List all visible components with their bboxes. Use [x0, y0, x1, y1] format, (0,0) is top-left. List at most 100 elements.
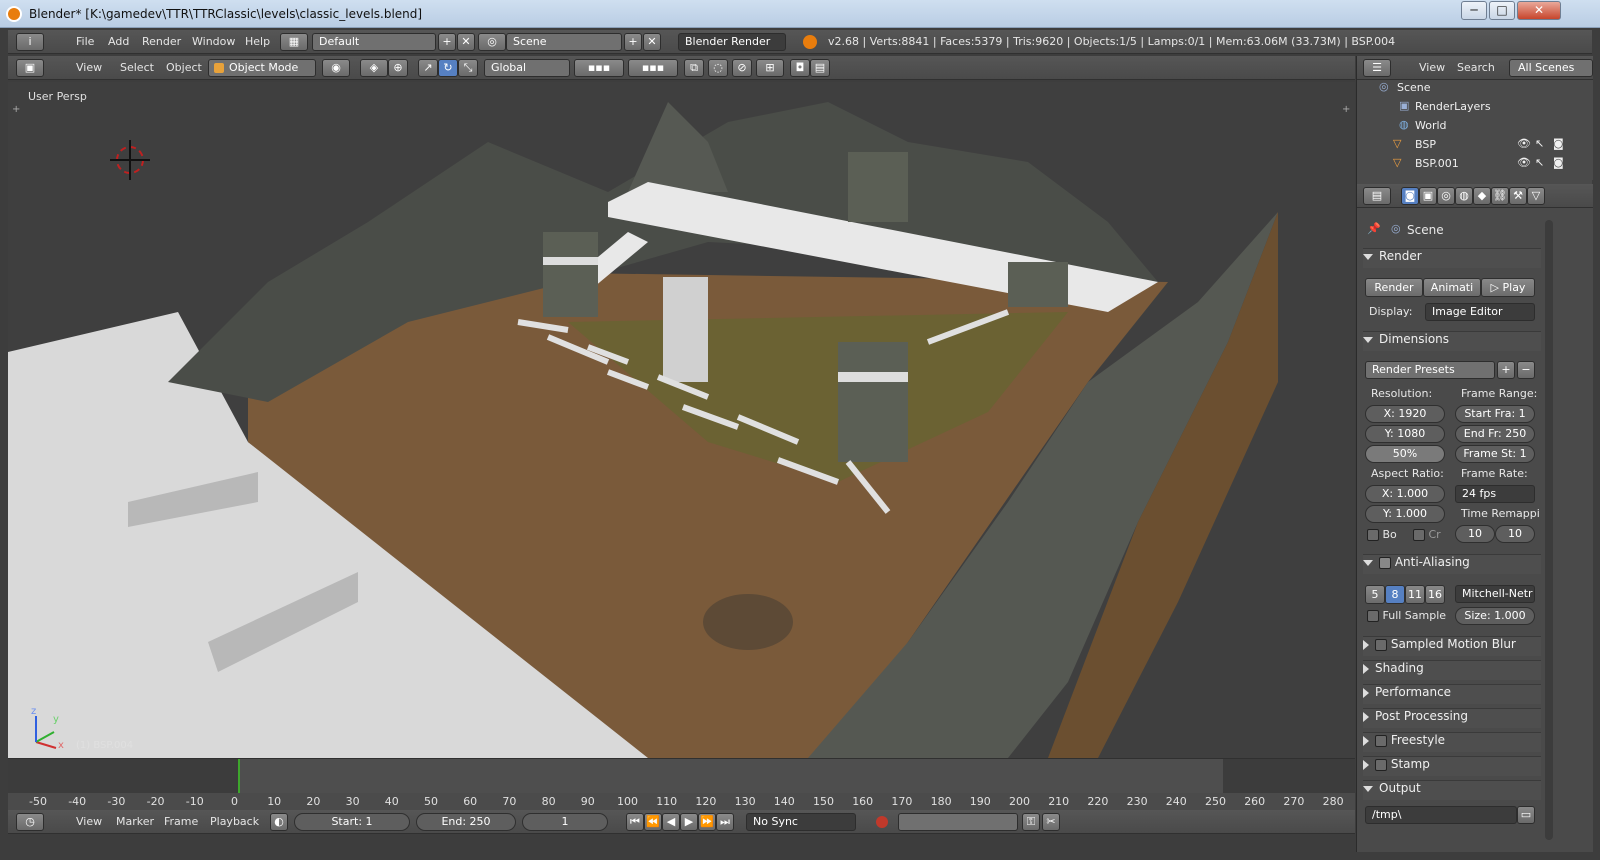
- menu-file[interactable]: File: [76, 35, 94, 48]
- panel-performance[interactable]: Performance: [1363, 684, 1541, 704]
- crop-checkbox[interactable]: Cr: [1413, 528, 1441, 541]
- insert-keyframe-icon[interactable]: ⚿: [1022, 813, 1040, 831]
- scene-tab-icon[interactable]: ◎: [1437, 187, 1455, 205]
- current-frame-field[interactable]: 1: [522, 813, 608, 831]
- aa-samples-5[interactable]: 5: [1365, 585, 1385, 604]
- scale-icon[interactable]: ⤡: [458, 59, 478, 77]
- menu-render[interactable]: Render: [142, 35, 181, 48]
- render-presets-select[interactable]: Render Presets: [1365, 361, 1495, 379]
- scene-field[interactable]: Scene: [506, 33, 622, 51]
- menu-help[interactable]: Help: [245, 35, 270, 48]
- remove-scene-icon[interactable]: ✕: [643, 33, 661, 51]
- next-keyframe-icon[interactable]: ⏩: [698, 813, 716, 831]
- eye-icon[interactable]: 👁: [1517, 137, 1531, 150]
- properties-editor-type-icon[interactable]: ▤: [1363, 187, 1391, 205]
- world-tab-icon[interactable]: ◍: [1455, 187, 1473, 205]
- translate-icon[interactable]: ↗: [418, 59, 438, 77]
- anti-aliasing-checkbox[interactable]: [1379, 556, 1391, 569]
- add-preset-icon[interactable]: +: [1497, 361, 1515, 379]
- mode-select[interactable]: Object Mode: [208, 59, 316, 77]
- proportional-edit-icon[interactable]: ◌: [708, 59, 728, 77]
- jump-start-icon[interactable]: ⏮: [626, 813, 644, 831]
- aspect-y-field[interactable]: Y: 1.000: [1365, 505, 1445, 523]
- modifiers-tab-icon[interactable]: ⚒: [1509, 187, 1527, 205]
- close-icon[interactable]: ✕: [1517, 1, 1561, 20]
- aa-samples-8[interactable]: 8: [1385, 585, 1405, 604]
- output-path-field[interactable]: /tmp\: [1365, 806, 1517, 824]
- outliner-filter[interactable]: All Scenes: [1509, 59, 1593, 77]
- rotate-icon[interactable]: ↻: [438, 59, 458, 77]
- playhead[interactable]: [238, 759, 240, 793]
- snap-element-icon[interactable]: ⊞: [756, 59, 784, 77]
- aspect-x-field[interactable]: X: 1.000: [1365, 485, 1445, 503]
- resolution-x-field[interactable]: X: 1920: [1365, 405, 1445, 423]
- aa-samples-16[interactable]: 16: [1425, 585, 1445, 604]
- border-checkbox[interactable]: Bo: [1367, 528, 1397, 541]
- panel-dimensions[interactable]: Dimensions: [1363, 331, 1541, 351]
- outliner-item-bsp[interactable]: ▽ BSP 👁 ↖ ◙: [1357, 137, 1593, 156]
- menu-playback[interactable]: Playback: [210, 815, 259, 828]
- render-anim-icon[interactable]: ▤: [810, 59, 830, 77]
- menu-add[interactable]: Add: [108, 35, 129, 48]
- manipulator-toggle-icon[interactable]: ⊕: [388, 59, 408, 77]
- aa-size-field[interactable]: Size: 1.000: [1455, 607, 1535, 625]
- properties-scrollbar[interactable]: [1545, 220, 1553, 840]
- folder-icon[interactable]: ▭: [1517, 806, 1535, 824]
- add-layout-icon[interactable]: +: [438, 33, 456, 51]
- pivot-icon[interactable]: ◈: [360, 59, 388, 77]
- region-expand-icon[interactable]: +: [1342, 104, 1350, 115]
- play-icon[interactable]: ▶: [680, 813, 698, 831]
- region-expand-icon[interactable]: +: [12, 104, 20, 115]
- outliner[interactable]: ◎ Scene ▣ RenderLayers ◍ World ▽ BSP 👁 ↖ ◙ ▽ BSP…: [1357, 80, 1593, 180]
- resolution-y-field[interactable]: Y: 1080: [1365, 425, 1445, 443]
- render-preview-icon[interactable]: ◘: [790, 59, 810, 77]
- outliner-item-scene[interactable]: ◎ Scene: [1357, 80, 1547, 99]
- time-remap-new-field[interactable]: 10: [1495, 525, 1535, 543]
- cursor-select-icon[interactable]: ↖: [1535, 137, 1544, 150]
- panel-sampled-motion-blur[interactable]: Sampled Motion Blur: [1363, 636, 1541, 656]
- layers-icon[interactable]: ▪▪▪: [574, 59, 624, 77]
- sync-select[interactable]: No Sync: [746, 813, 856, 831]
- eye-icon[interactable]: 👁: [1517, 156, 1531, 169]
- menu-view[interactable]: View: [76, 61, 102, 74]
- outliner-item-renderlayers[interactable]: ▣ RenderLayers: [1357, 99, 1547, 118]
- keying-set-field[interactable]: [898, 813, 1018, 831]
- render-button[interactable]: Render: [1365, 278, 1423, 297]
- menu-view[interactable]: View: [76, 815, 102, 828]
- layout-field[interactable]: Default: [312, 33, 436, 51]
- shading-icon[interactable]: ◉: [322, 59, 350, 77]
- timeline-editor-type-icon[interactable]: ◷: [16, 813, 44, 831]
- add-scene-icon[interactable]: +: [624, 33, 642, 51]
- start-frame-field[interactable]: Start: 1: [294, 813, 410, 831]
- outliner-menu-search[interactable]: Search: [1457, 61, 1495, 74]
- preview-range-icon[interactable]: ◐: [270, 813, 288, 831]
- menu-window[interactable]: Window: [192, 35, 235, 48]
- aa-filter-select[interactable]: Mitchell-Netr: [1455, 585, 1535, 603]
- panel-output[interactable]: Output: [1363, 780, 1541, 800]
- remove-layout-icon[interactable]: ✕: [457, 33, 475, 51]
- panel-render[interactable]: Render: [1363, 248, 1541, 268]
- scene-icon[interactable]: ◎: [478, 33, 506, 51]
- end-frame-field[interactable]: End Fr: 250: [1455, 425, 1535, 443]
- snap-icon[interactable]: ⊘: [732, 59, 752, 77]
- lock-layer-icon[interactable]: ⧉: [684, 59, 704, 77]
- resolution-percent-field[interactable]: 50%: [1365, 445, 1445, 463]
- end-frame-field[interactable]: End: 250: [416, 813, 516, 831]
- play-reverse-icon[interactable]: ◀: [662, 813, 680, 831]
- delete-keyframe-icon[interactable]: ✂: [1042, 813, 1060, 831]
- panel-post-processing[interactable]: Post Processing: [1363, 708, 1541, 728]
- animation-button[interactable]: Animati: [1423, 278, 1481, 297]
- display-select[interactable]: Image Editor: [1425, 303, 1535, 321]
- remove-preset-icon[interactable]: −: [1517, 361, 1535, 379]
- menu-object[interactable]: Object: [166, 61, 202, 74]
- play-button[interactable]: ▷ Play: [1481, 278, 1535, 297]
- prev-keyframe-icon[interactable]: ⏪: [644, 813, 662, 831]
- menu-select[interactable]: Select: [120, 61, 154, 74]
- menu-frame[interactable]: Frame: [164, 815, 198, 828]
- cursor-select-icon[interactable]: ↖: [1535, 156, 1544, 169]
- constraints-tab-icon[interactable]: ⛓: [1491, 187, 1509, 205]
- object-tab-icon[interactable]: ◆: [1473, 187, 1491, 205]
- outliner-editor-type-icon[interactable]: ☰: [1363, 59, 1391, 77]
- frame-rate-select[interactable]: 24 fps: [1455, 485, 1535, 503]
- record-icon[interactable]: [876, 816, 888, 828]
